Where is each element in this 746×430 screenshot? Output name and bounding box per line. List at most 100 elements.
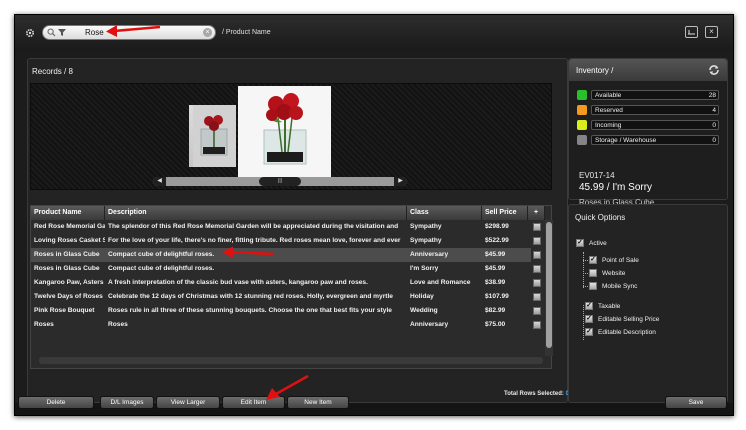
table-horizontal-scrollbar[interactable]	[39, 357, 543, 364]
tree-connector	[583, 252, 584, 288]
table-row[interactable]: Roses in Glass Cube Compact cube of deli…	[31, 262, 541, 276]
taxable-label: Taxable	[598, 303, 621, 310]
table-row[interactable]: Twelve Days of Roses Celebrate the 12 da…	[31, 290, 541, 304]
column-header-class[interactable]: Class	[407, 206, 482, 220]
scroll-right-icon[interactable]: ▶	[394, 177, 407, 186]
cell-sell-price: $82.99	[485, 307, 506, 314]
save-button[interactable]: Save	[665, 396, 727, 409]
row-checkbox[interactable]	[533, 237, 541, 245]
filter-icon[interactable]	[58, 28, 66, 37]
inventory-panel: Inventory / Available 28 Reserved 4 Inco…	[568, 58, 728, 207]
row-checkbox[interactable]	[533, 279, 541, 287]
vertical-scroll-thumb[interactable]	[546, 222, 552, 348]
row-checkbox[interactable]	[533, 321, 541, 329]
column-header-sell-price[interactable]: Sell Price	[482, 206, 528, 220]
table-vertical-scrollbar[interactable]	[545, 220, 553, 356]
editable-selling-price-checkbox[interactable]: ✓	[585, 315, 593, 323]
cell-sell-price: $298.99	[485, 223, 509, 230]
mobile-sync-checkbox[interactable]	[589, 282, 597, 290]
coverflow-scroll-thumb[interactable]: |||	[259, 177, 301, 186]
editable-selling-price-label: Editable Selling Price	[598, 316, 660, 323]
table-row[interactable]: Pink Rose Bouquet Roses rule in all thre…	[31, 304, 541, 318]
inventory-bar: Storage / Warehouse 0	[591, 135, 719, 145]
inventory-bar: Incoming 0	[591, 120, 719, 130]
product-sku: EV017-14	[579, 171, 615, 180]
product-price-class: 45.99 / I'm Sorry	[579, 182, 653, 193]
active-checkbox[interactable]: ✓	[576, 239, 584, 247]
coverflow-scrollbar[interactable]: ◀ ||| ▶	[153, 177, 407, 186]
cell-description: A fresh interpretation of the classic bu…	[108, 279, 368, 286]
gear-icon[interactable]	[25, 28, 35, 38]
table-row-selected[interactable]: Roses in Glass Cube Compact cube of deli…	[31, 248, 541, 262]
dl-images-button[interactable]: D/L Images	[100, 396, 154, 409]
taxable-checkbox[interactable]: ✓	[585, 302, 593, 310]
mobile-sync-label: Mobile Sync	[602, 283, 638, 290]
cell-sell-price: $522.99	[485, 237, 509, 244]
status-swatch	[577, 135, 587, 145]
annotation-arrow	[106, 25, 161, 37]
records-count: 8	[68, 67, 73, 76]
tree-connector	[583, 286, 588, 287]
status-swatch	[577, 90, 587, 100]
product-image-thumb[interactable]	[189, 105, 236, 167]
app-window: × / Product Name × Records / 8	[14, 14, 734, 416]
row-checkbox[interactable]	[533, 223, 541, 231]
row-checkbox[interactable]	[533, 265, 541, 273]
clear-search-icon[interactable]: ×	[203, 28, 212, 37]
editable-description-checkbox[interactable]: ✓	[585, 328, 593, 336]
cell-class: I'm Sorry	[410, 265, 439, 272]
records-label: Records /	[32, 67, 67, 76]
row-checkbox[interactable]	[533, 293, 541, 301]
inventory-storage: Storage / Warehouse 0	[577, 134, 719, 146]
quick-options-title: Quick Options	[575, 213, 626, 222]
refresh-icon[interactable]	[708, 64, 720, 76]
row-checkbox[interactable]	[533, 307, 541, 315]
close-button[interactable]: ×	[705, 26, 718, 38]
products-table: Product Name Description Class Sell Pric…	[30, 205, 553, 369]
minimize-button[interactable]	[685, 26, 698, 38]
inventory-bar: Reserved 4	[591, 105, 719, 115]
delete-button[interactable]: Delete	[18, 396, 94, 409]
column-header-product-name[interactable]: Product Name	[31, 206, 105, 220]
row-checkbox[interactable]	[533, 251, 541, 259]
cell-class: Holiday	[410, 293, 434, 300]
cell-class: Anniversary	[410, 321, 449, 328]
cell-product-name: Kangaroo Paw, Asters	[34, 279, 104, 286]
inventory-count: 28	[708, 92, 716, 99]
status-swatch	[577, 120, 587, 130]
column-header-add[interactable]: +	[528, 206, 545, 220]
inventory-count: 0	[712, 137, 716, 144]
website-checkbox[interactable]	[589, 269, 597, 277]
close-icon: ×	[709, 27, 714, 36]
total-rows-selected: Total Rows Selected: 0	[504, 391, 569, 397]
search-scope-label: / Product Name	[222, 29, 271, 36]
scroll-left-icon[interactable]: ◀	[153, 177, 166, 186]
column-header-description[interactable]: Description	[105, 206, 407, 220]
annotation-arrow	[222, 246, 274, 258]
product-image-main[interactable]	[238, 86, 331, 180]
table-row[interactable]: Red Rose Memorial Garden The splendor of…	[31, 220, 541, 234]
inventory-label: Incoming	[595, 122, 622, 129]
cell-product-name: Roses in Glass Cube	[34, 265, 100, 272]
table-row[interactable]: Loving Roses Casket Spray For the love o…	[31, 234, 541, 248]
tree-connector	[583, 305, 584, 340]
records-header: Records / 8	[32, 67, 73, 76]
active-label: Active	[589, 240, 607, 247]
inventory-label: Storage / Warehouse	[595, 137, 657, 144]
point-of-sale-checkbox[interactable]: ✓	[589, 256, 597, 264]
cell-description: Roses rule in all three of these stunnin…	[108, 307, 392, 314]
cell-class: Love and Romance	[410, 279, 471, 286]
cell-class: Anniversary	[410, 251, 449, 258]
tree-connector	[583, 273, 588, 274]
table-row[interactable]: Roses Roses Anniversary $75.00	[31, 318, 541, 332]
cell-product-name: Loving Roses Casket Spray	[34, 237, 105, 244]
view-larger-button[interactable]: View Larger	[156, 396, 220, 409]
tree-connector	[583, 260, 588, 261]
editable-description-label: Editable Description	[598, 329, 656, 336]
cell-sell-price: $107.99	[485, 293, 509, 300]
cell-product-name: Pink Rose Bouquet	[34, 307, 95, 314]
image-coverflow[interactable]: ◀ ||| ▶	[30, 83, 552, 190]
website-label: Website	[602, 270, 626, 277]
cell-class: Wedding	[410, 307, 438, 314]
table-row[interactable]: Kangaroo Paw, Asters A fresh interpretat…	[31, 276, 541, 290]
